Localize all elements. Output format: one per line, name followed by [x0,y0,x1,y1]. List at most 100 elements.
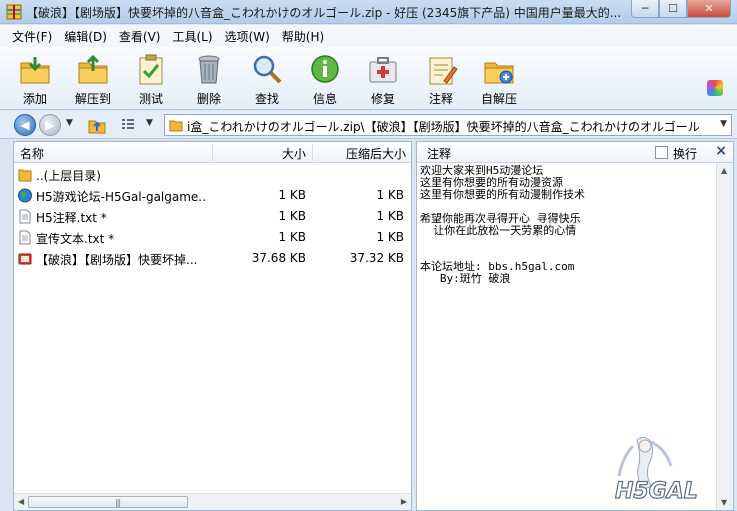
scroll-thumb[interactable]: ||| [28,496,188,508]
file-name: H5注释.txt * [36,211,107,225]
delete-button[interactable]: 删除 [180,47,238,110]
text-file-icon [19,209,31,224]
column-packed-size[interactable]: 压缩后大小 [346,145,406,162]
find-label: 查找 [254,92,279,106]
menu-bar: 文件(F) 编辑(D) 查看(V) 工具(L) 选项(W) 帮助(H) [0,25,737,47]
minimize-button[interactable]: ─ [631,0,659,18]
app-icon [6,4,22,20]
forward-button[interactable]: ▶ [39,114,61,136]
file-size: 1 KB [278,209,306,223]
horizontal-scrollbar[interactable]: ◀ ||| ▶ [14,493,411,510]
back-arrow-icon: ◀ [20,118,30,132]
sfx-button[interactable]: 自解压 [470,47,528,110]
delete-icon [198,55,220,84]
comment-text[interactable]: 欢迎大家来到H5动漫论坛 这里有你想要的所有动漫资源 这里有你想要的所有动漫制作… [420,165,716,285]
sfx-icon [484,62,514,84]
add-button[interactable]: 添加 [6,47,64,110]
table-row[interactable]: 【破浪】【剧场版】快要坏掉... 37.68 KB 37.32 KB [14,248,411,269]
comment-title: 注释 [427,147,452,161]
info-label: 信息 [312,92,337,106]
comment-line: By:斑竹 破浪 [420,272,511,285]
skin-icon[interactable] [707,80,723,96]
scroll-down-icon[interactable]: ▼ [721,498,727,507]
file-name: ..(上层目录) [36,169,101,183]
title-bar: 【破浪】【剧场版】快要坏掉的八音盒_こわれかけのオルゴール.zip - 好压 (… [0,0,737,24]
info-icon [311,55,339,83]
globe-icon [18,188,32,203]
table-row[interactable]: 宣传文本.txt * 1 KB 1 KB [14,227,411,248]
repair-button[interactable]: 修复 [354,47,412,110]
back-button[interactable]: ◀ [14,114,36,136]
address-bar: ◀ ▶ ▼ ▼ i盒_こわれかけのオルゴール.zip\【破浪】【剧场版】快要坏掉… [0,111,737,139]
test-button[interactable]: 测试 [122,47,180,110]
extract-label: 解压到 [74,92,111,106]
file-packed-size: 1 KB [376,209,404,223]
test-icon [139,54,163,85]
table-row[interactable]: H5游戏论坛-H5Gal-galgame... 1 KB 1 KB [14,185,411,206]
address-field[interactable]: i盒_こわれかけのオルゴール.zip\【破浪】【剧场版】快要坏掉的八音盒_こわれ… [164,114,732,136]
info-button[interactable]: 信息 [296,47,354,110]
table-row[interactable]: ..(上层目录) [14,164,411,185]
close-button[interactable]: ✕ [687,0,731,18]
sfx-label: 自解压 [480,92,517,106]
history-dropdown-icon[interactable]: ▼ [66,118,73,128]
add-label: 添加 [22,92,47,106]
comment-label: 注释 [428,92,453,106]
column-size[interactable]: 大小 [282,145,306,162]
text-file-icon [19,230,31,245]
extract-button[interactable]: 解压到 [64,47,122,110]
menu-view[interactable]: 查看(V) [113,28,167,45]
comment-panel: 注释 换行 × 欢迎大家来到H5动漫论坛 这里有你想要的所有动漫资源 这里有你想… [416,141,734,511]
logo-text: H5GAL [615,479,698,504]
file-size: 1 KB [278,188,306,202]
column-header: 名称 大小 压缩后大小 [14,142,411,163]
comment-line: 这里有你想要的所有动漫制作技术 [420,188,585,201]
comment-header: 注释 换行 × [417,142,733,163]
delete-label: 删除 [196,92,221,106]
view-dropdown-icon[interactable]: ▼ [146,118,153,128]
wrap-checkbox[interactable] [655,146,668,159]
scroll-right-icon[interactable]: ▶ [401,497,407,506]
forward-arrow-icon: ▶ [45,118,55,132]
comment-button[interactable]: 注释 [412,47,470,110]
video-file-icon [18,253,32,265]
repair-label: 修复 [370,92,395,106]
menu-help[interactable]: 帮助(H) [276,28,330,45]
file-list: 名称 大小 压缩后大小 ..(上层目录) H5游戏论坛-H5Gal-galgam… [13,141,412,511]
close-icon[interactable]: × [715,143,727,159]
menu-options[interactable]: 选项(W) [219,28,276,45]
file-name: H5游戏论坛-H5Gal-galgame... [36,190,206,204]
up-folder-icon[interactable] [88,116,106,134]
folder-icon [169,120,183,132]
file-name: 【破浪】【剧场版】快要坏掉... [36,253,198,267]
file-size: 37.68 KB [251,251,306,265]
file-name: 宣传文本.txt * [36,232,115,246]
maximize-button[interactable]: ☐ [659,0,687,18]
wrap-label[interactable]: 换行 [673,145,697,162]
search-icon [253,55,282,84]
file-size: 1 KB [278,230,306,244]
file-packed-size: 37.32 KB [349,251,404,265]
h5gal-logo: H5GAL [614,436,698,504]
address-dropdown-icon[interactable]: ▼ [720,119,727,129]
extract-icon [78,54,108,84]
table-row[interactable]: H5注释.txt * 1 KB 1 KB [14,206,411,227]
menu-edit[interactable]: 编辑(D) [58,28,113,45]
add-icon [20,57,50,84]
menu-tools[interactable]: 工具(L) [166,28,218,45]
menu-file[interactable]: 文件(F) [6,28,58,45]
file-packed-size: 1 KB [376,230,404,244]
window-title: 【破浪】【剧场版】快要坏掉的八音盒_こわれかけのオルゴール.zip - 好压 (… [26,6,622,20]
folder-up-icon [18,169,32,182]
scroll-left-icon[interactable]: ◀ [18,497,24,506]
column-name[interactable]: 名称 [20,145,44,162]
find-button[interactable]: 查找 [238,47,296,110]
toolbar: 添加 解压到 测试 删除 查找 信息 修复 注释 自解压 [0,47,737,110]
view-mode-icon[interactable] [120,117,136,133]
vertical-scrollbar[interactable]: ▲ ▼ [716,163,733,510]
repair-icon [369,57,397,83]
comment-line [420,237,716,249]
address-path: i盒_こわれかけのオルゴール.zip\【破浪】【剧场版】快要坏掉的八音盒_こわれ… [187,120,700,134]
test-label: 测试 [138,92,163,106]
scroll-up-icon[interactable]: ▲ [721,166,727,175]
